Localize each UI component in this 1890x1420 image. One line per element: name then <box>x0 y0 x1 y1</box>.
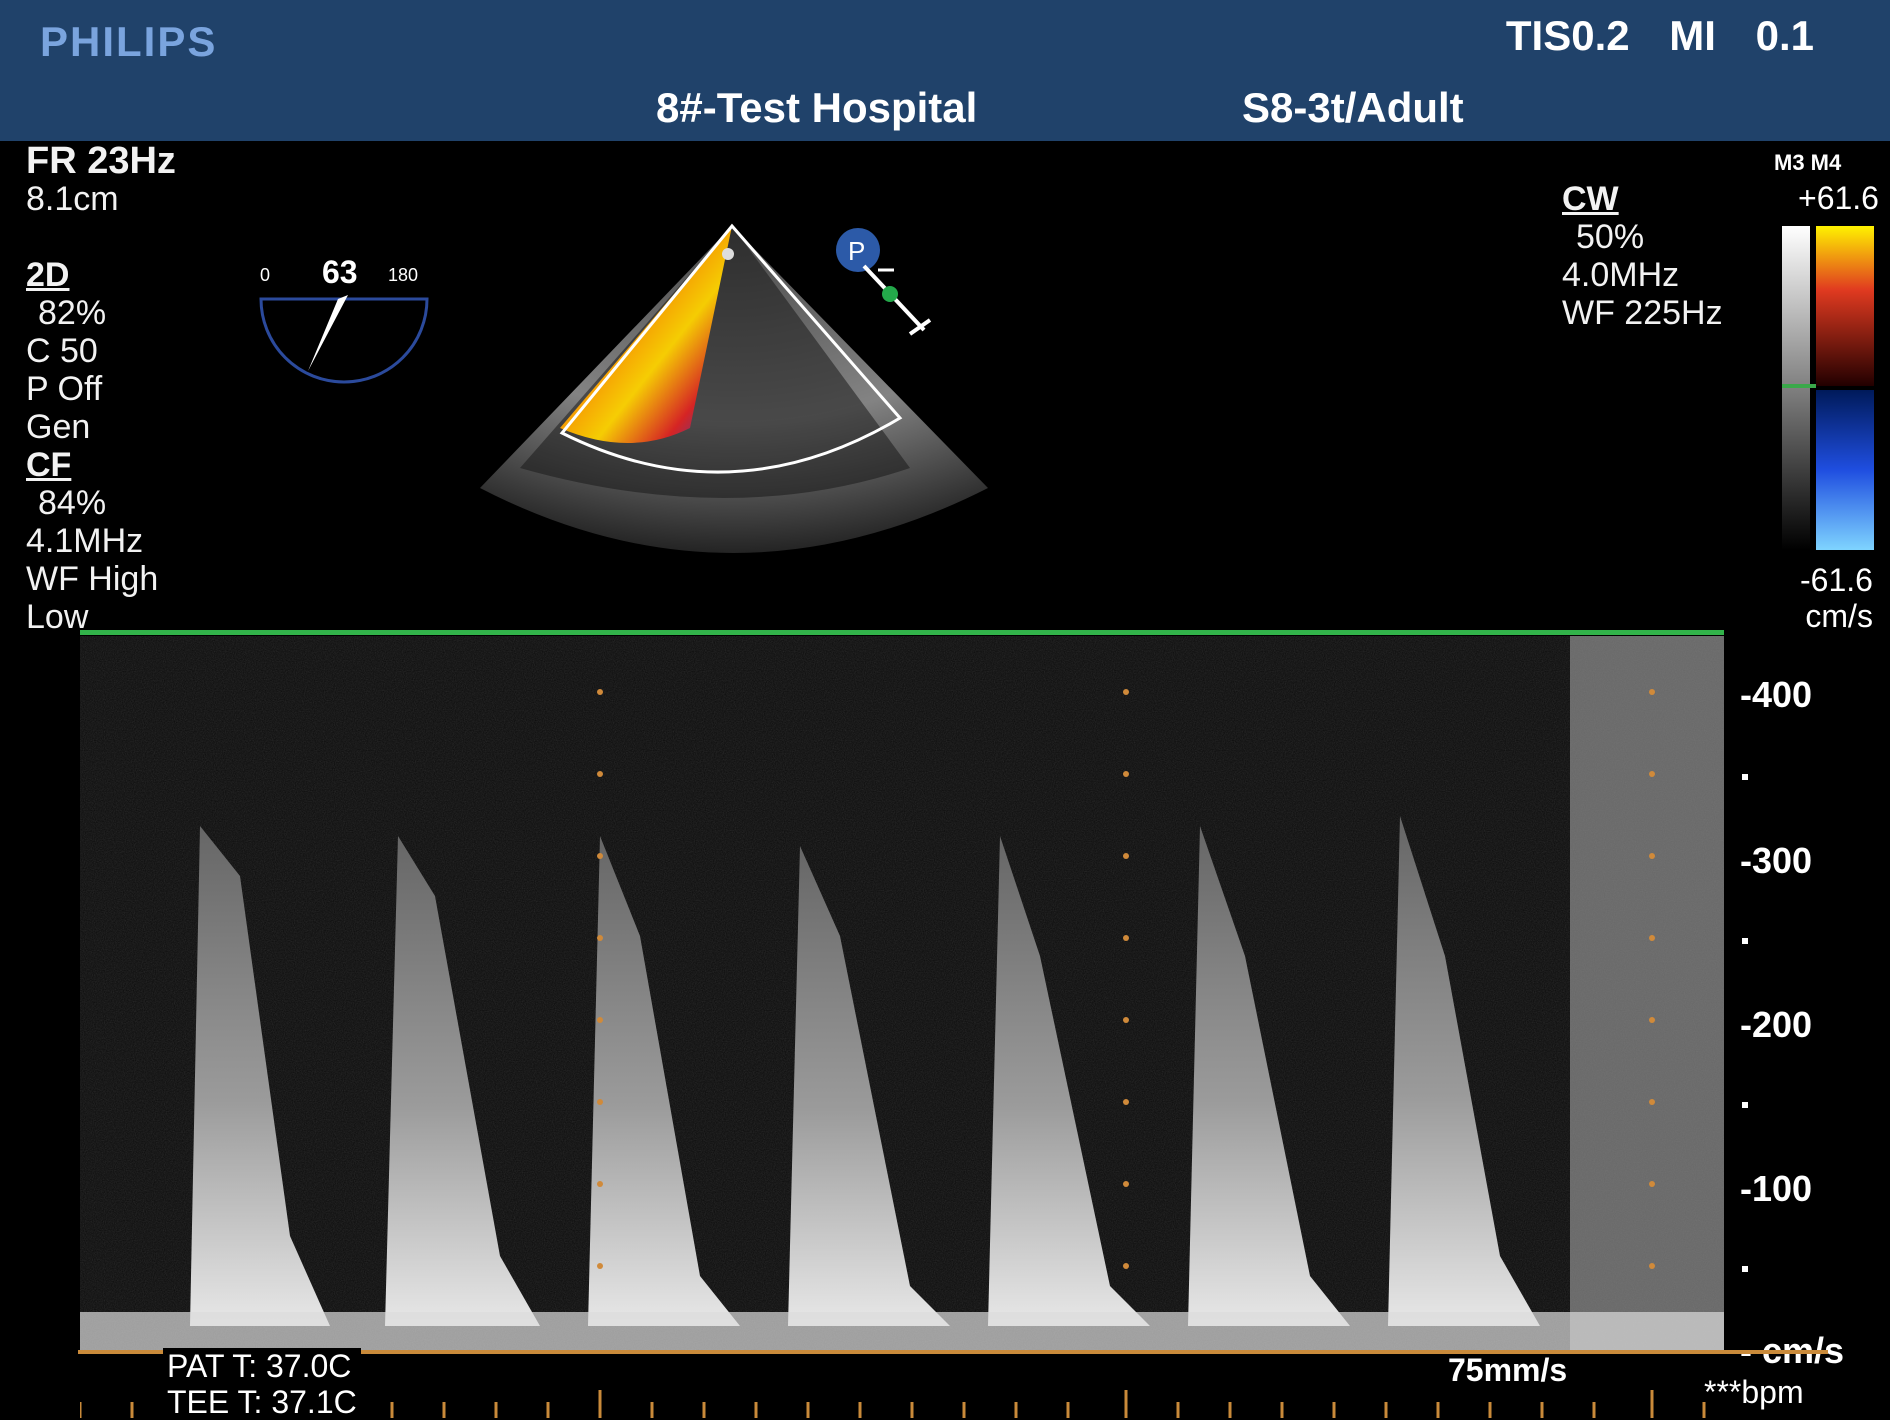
heart-rate: ***bpm <box>1704 1374 1804 1410</box>
velocity-label-400: -400 <box>1740 674 1813 715</box>
color-scale-bar <box>1782 226 1874 550</box>
persistence: P Off <box>26 370 103 408</box>
color-scale-max: +61.6 <box>1798 180 1879 216</box>
color-map-labels: M3 M4 <box>1774 150 1842 175</box>
velocity-minor-tick <box>1742 774 1748 780</box>
angle-max: 180 <box>388 265 418 285</box>
velocity-minor-tick <box>1742 1266 1748 1272</box>
trace-separator-line <box>80 630 1724 635</box>
velocity-minor-tick <box>1742 938 1748 944</box>
doppler-freq: 4.0MHz <box>1562 256 1680 294</box>
velocity-scale: -400 -300 -200 -100 - cm/s <box>1728 660 1888 1380</box>
doppler-gain: 50% <box>1576 218 1645 256</box>
gen-setting: Gen <box>26 408 91 446</box>
brand-logo: PHILIPS <box>40 18 218 65</box>
mode-cf-label: CF <box>26 446 72 484</box>
left-params: FR 23Hz 8.1cm <box>26 142 176 218</box>
angle-value: 63 <box>322 255 358 290</box>
gain-cf: 84% <box>38 484 107 522</box>
patient-temperature: PAT T: 37.0C <box>167 1348 352 1384</box>
doppler-mode: CW <box>1562 180 1619 218</box>
probe-angle-indicator: 0 63 180 <box>256 254 436 385</box>
velocity-label-200: -200 <box>1740 1004 1813 1045</box>
color-scale-unit: cm/s <box>1805 598 1873 634</box>
mode-2d-label: 2D <box>26 256 70 294</box>
params-2d: 2D 82% C 50 P Off Gen CF 84% 4.1MHz WF H… <box>26 256 158 636</box>
doppler-spectrum <box>80 636 1724 1350</box>
doppler-params: CW 50% 4.0MHz WF 225Hz <box>1562 180 1723 332</box>
freq-cf: 4.1MHz <box>26 522 144 560</box>
sweep-speed: 75mm/s <box>1448 1352 1568 1388</box>
hospital-name: 8#-Test Hospital <box>656 84 978 131</box>
tee-temperature: TEE T: 37.1C <box>167 1384 357 1420</box>
velocity-minor-tick <box>1742 1102 1748 1108</box>
color-scale-min-group: -61.6 cm/s <box>1800 562 1873 634</box>
safety-indices: TIS0.2 MI 0.1 <box>1505 12 1814 59</box>
depth: 8.1cm <box>26 180 119 218</box>
header-bar: PHILIPS TIS0.2 MI 0.1 8#-Test Hospital S… <box>0 0 1890 141</box>
svg-text:P: P <box>848 236 865 266</box>
cw-cursor-icon: P <box>836 228 932 336</box>
velocity-label-100: -100 <box>1740 1168 1813 1209</box>
probe-preset: S8-3t/Adult <box>1242 84 1464 131</box>
frame-rate: FR 23Hz <box>26 140 176 182</box>
doppler-wall-filter: WF 225Hz <box>1562 294 1723 332</box>
color-scale-min: -61.6 <box>1800 562 1873 598</box>
wall-filter: WF High <box>26 560 159 598</box>
velocity-label-300: -300 <box>1740 840 1813 881</box>
angle-min: 0 <box>260 265 270 285</box>
temperature-readout: PAT T: 37.0C TEE T: 37.1C <box>163 1348 361 1420</box>
gain-2d: 82% <box>38 294 107 332</box>
compression: C 50 <box>26 332 98 370</box>
